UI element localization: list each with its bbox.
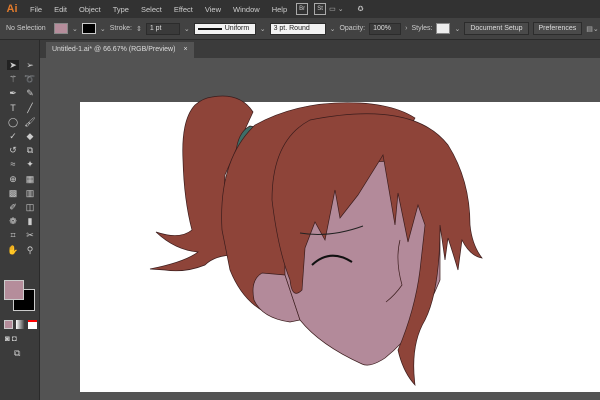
fill-color-box[interactable] [4,280,24,300]
character-artwork[interactable] [0,0,600,400]
